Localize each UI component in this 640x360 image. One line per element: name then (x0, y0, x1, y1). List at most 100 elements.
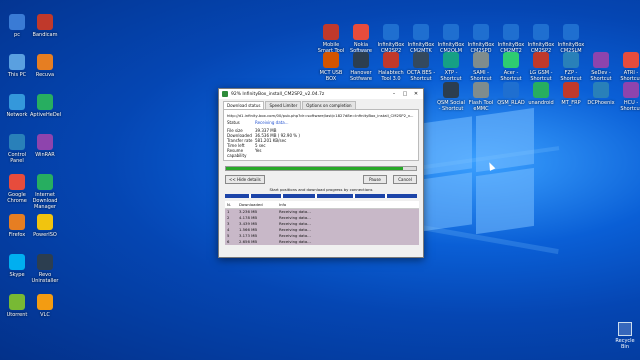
desktop-icon[interactable]: Control Panel (2, 134, 32, 164)
app-icon (37, 94, 53, 110)
desktop-icon[interactable]: InfinityBox CM2SLM (556, 24, 586, 54)
desktop-icon[interactable]: InfinityBox CM2SP2 (376, 24, 406, 54)
desktop-icon[interactable]: Utorrent (2, 294, 32, 318)
app-icon (593, 52, 609, 68)
desktop-icon[interactable]: This PC (2, 54, 32, 78)
app-icon (503, 52, 519, 68)
desktop-icon[interactable]: DCPhoenix (586, 82, 616, 106)
desktop-icon[interactable]: InfinityBox CM2MTK (406, 24, 436, 54)
col-header-info[interactable]: Info (277, 201, 419, 209)
desktop-icon[interactable]: InfinityBox CM2SP2 (526, 24, 556, 54)
app-icon (473, 24, 489, 40)
desktop-icon[interactable]: VLC (30, 294, 60, 318)
maximize-icon[interactable]: □ (401, 91, 409, 97)
app-icon (353, 52, 369, 68)
desktop-icon[interactable]: Firefox (2, 214, 32, 238)
recycle-bin[interactable]: Recycle Bin (612, 322, 638, 350)
desktop-icon[interactable]: Flash Tool eMMC (466, 82, 496, 112)
desktop-icon[interactable]: ATRI - Shortcut (616, 52, 640, 82)
connections-label: Start positions and download progress by… (269, 187, 373, 192)
connections-table: N. Downloaded Info 1 3.236 MB Receiving da… (225, 201, 419, 245)
close-icon[interactable]: ✕ (412, 91, 420, 97)
app-icon (443, 82, 459, 98)
app-icon (533, 52, 549, 68)
cell-downloaded: 2.656 MB (237, 238, 277, 245)
window-titlebar[interactable]: 92% InfinityBox_install_CM2SP2_v2.04.7z … (219, 89, 423, 99)
desktop-icon[interactable]: Internet Download Manager (30, 174, 60, 210)
app-icon (37, 294, 53, 310)
desktop-icon-label: Utorrent (6, 312, 28, 318)
desktop-icon[interactable]: Skype (2, 254, 32, 278)
app-icon (353, 24, 369, 40)
tab-download-status[interactable]: Download status (223, 101, 265, 109)
cancel-button[interactable]: Cancel (393, 175, 417, 184)
idm-download-window[interactable]: 92% InfinityBox_install_CM2SP2_v2.04.7z … (218, 88, 424, 258)
app-icon (323, 24, 339, 40)
desktop-icon[interactable]: Recuva (30, 54, 60, 78)
desktop-icon[interactable]: Hanover Sotfware (346, 52, 376, 82)
desktop-icon[interactable]: pc (2, 14, 32, 38)
app-icon (9, 94, 25, 110)
desktop-icon[interactable]: LG GSM - Shortcut (526, 52, 556, 82)
col-header-downloaded[interactable]: Downloaded (237, 201, 277, 209)
desktop-icon[interactable]: Mobile Smart Tool (316, 24, 346, 54)
app-icon (443, 52, 459, 68)
app-icon (37, 174, 53, 190)
desktop-icon[interactable]: QSM_RLAD (496, 82, 526, 106)
desktop-icon[interactable]: AptiveHeDel (30, 94, 61, 118)
recycle-bin-icon (618, 322, 632, 336)
desktop-icon-label: Flash Tool eMMC (468, 100, 494, 112)
desktop-icon[interactable]: Nokia Software (346, 24, 376, 54)
desktop-icon[interactable]: Halabtech Tool 3.0 (376, 52, 406, 82)
table-row[interactable]: 6 2.656 MB Receiving data... (225, 238, 419, 245)
desktop-icon[interactable]: InfinityBox CM2QLM (436, 24, 466, 54)
info-row: Resume capability Yes (227, 148, 415, 158)
segment-gap (281, 194, 283, 198)
window-title: 92% InfinityBox_install_CM2SP2_v2.04.7z (231, 91, 325, 97)
desktop-icon[interactable]: MCT USB BOX (316, 52, 346, 82)
app-icon (9, 254, 25, 270)
desktop-icon[interactable]: InfinityBox CM2MT2 (496, 24, 526, 54)
desktop-icon[interactable]: FZP - Shortcut (556, 52, 586, 82)
desktop-icon-label: unandroid (528, 100, 554, 106)
desktop-icon[interactable]: SAMI - Shortcut (466, 52, 496, 82)
minimize-icon[interactable]: – (390, 91, 398, 97)
desktop-icon-label: pc (14, 32, 20, 38)
desktop-icon-label: MCT USB BOX (319, 70, 343, 82)
desktop-icon[interactable]: HCU - Shortcut (616, 82, 640, 112)
desktop-icon[interactable]: WinRAR (30, 134, 60, 158)
desktop-icon[interactable]: Revo Uninstaller (30, 254, 60, 284)
desktop-icon-label: Control Panel (7, 152, 27, 164)
app-icon (623, 82, 639, 98)
desktop-icon-label: OCTA BES - Shortcut (406, 70, 436, 82)
status-value: Receiving data... (255, 120, 289, 125)
desktop-icon-label: SeDev - Shortcut (590, 70, 612, 82)
tab-speed-limiter[interactable]: Speed Limiter (265, 101, 302, 109)
pause-button[interactable]: Pause (363, 175, 387, 184)
desktop-icon[interactable]: OCTA BES - Shortcut (406, 52, 436, 82)
desktop-icon[interactable]: InfinityBox CM2SPD (466, 24, 496, 54)
desktop-icon[interactable]: Bandicam (30, 14, 60, 38)
col-header-n[interactable]: N. (225, 201, 237, 209)
desktop-icon[interactable]: Acer - Shortcut (496, 52, 526, 82)
desktop-icon-label: WinRAR (35, 152, 55, 158)
desktop-icon-label: Firefox (8, 232, 26, 238)
segment-gap (353, 194, 355, 198)
desktop-icon[interactable]: Google Chrome (2, 174, 32, 204)
desktop-icon[interactable]: QSM Social - Shortcut (436, 82, 466, 112)
hide-details-button[interactable]: << Hide details (225, 175, 265, 184)
desktop-icon[interactable]: PowerISO (30, 214, 60, 238)
desktop-icon-label: QSM_RLAD (497, 100, 525, 106)
download-status-panel: http://d1.infinity-box.com/00/pub.php?dr… (223, 109, 419, 161)
desktop-icon[interactable]: Network (2, 94, 32, 118)
app-icon (9, 174, 25, 190)
tab-options-on-completion[interactable]: Options on completion (302, 101, 356, 109)
connections-progress-bar (225, 194, 417, 198)
desktop-icon[interactable]: unandroid (526, 82, 556, 106)
desktop-icon[interactable]: MT_FRP (556, 82, 586, 106)
app-icon (473, 52, 489, 68)
desktop-icon-label: Revo Uninstaller (31, 272, 59, 284)
app-icon (413, 24, 429, 40)
desktop-icon[interactable]: XTP - Shortcut (436, 52, 466, 82)
desktop-icon[interactable]: SeDev - Shortcut (586, 52, 616, 82)
